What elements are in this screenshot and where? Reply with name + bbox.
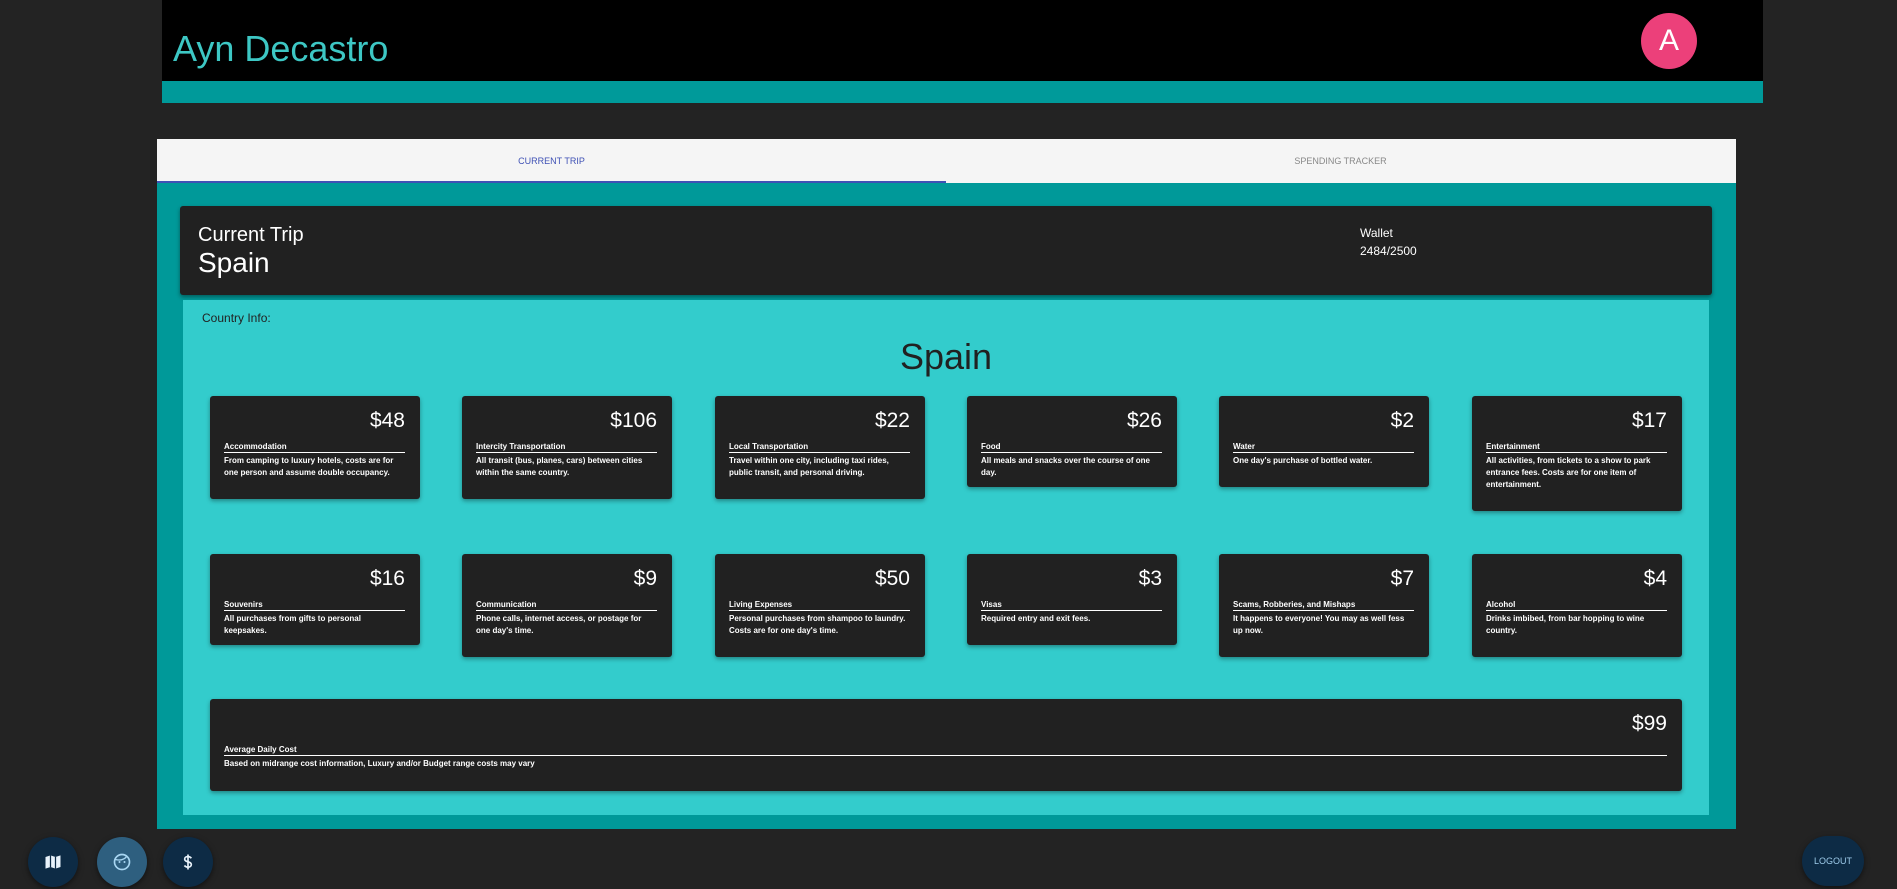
cost-price: $106: [610, 409, 657, 432]
cost-price: $9: [633, 567, 657, 590]
header-bar: [162, 81, 1763, 103]
country-info: Country Info: Spain $48 Accommodation Fr…: [183, 300, 1709, 815]
cost-card: $22 Local Transportation Travel within o…: [715, 396, 925, 499]
cost-description: It happens to everyone! You may as well …: [1233, 614, 1405, 635]
cost-card: $2 Water One day's purchase of bottled w…: [1219, 396, 1429, 487]
cost-price: $16: [369, 567, 405, 590]
wallet-label: Wallet: [1360, 226, 1393, 240]
cost-title: Communication: [476, 600, 657, 611]
spending-button[interactable]: [163, 837, 213, 887]
cost-description: Drinks imbibed, from bar hopping to wine…: [1486, 614, 1645, 635]
cost-price: $22: [874, 409, 910, 432]
logout-button[interactable]: LOGOUT: [1802, 836, 1864, 886]
cost-title: Water: [1233, 442, 1414, 453]
cost-description: From camping to luxury hotels, costs are…: [224, 456, 394, 477]
country-info-label: Country Info:: [202, 311, 271, 325]
cost-card: $50 Living Expenses Personal purchases f…: [715, 554, 925, 657]
cost-price: $48: [369, 409, 405, 432]
cost-description: One day's purchase of bottled water.: [1233, 456, 1373, 465]
cost-price: $50: [874, 567, 910, 590]
app-header: Ayn Decastro A: [162, 0, 1763, 81]
cost-card: $26 Food All meals and snacks over the c…: [967, 396, 1177, 487]
cost-price: $17: [1631, 409, 1667, 432]
user-name: Ayn Decastro: [173, 28, 389, 69]
map-icon: [45, 855, 61, 869]
trip-label: Current Trip: [198, 224, 304, 246]
cost-price: $7: [1390, 567, 1414, 590]
cost-title: Entertainment: [1486, 442, 1667, 453]
cost-description: Required entry and exit fees.: [981, 614, 1091, 623]
average-cost-price: $99: [1631, 712, 1667, 735]
cost-card: $48 Accommodation From camping to luxury…: [210, 396, 420, 499]
cost-title: Local Transportation: [729, 442, 910, 453]
cost-description: Phone calls, internet access, or postage…: [476, 614, 642, 635]
dollar-icon: [183, 854, 193, 870]
cost-title: Accommodation: [224, 442, 405, 453]
cost-card: $9 Communication Phone calls, internet a…: [462, 554, 672, 657]
cost-card: $3 Visas Required entry and exit fees.: [967, 554, 1177, 645]
cost-title: Alcohol: [1486, 600, 1667, 611]
cost-description: All purchases from gifts to personal kee…: [224, 614, 361, 635]
cost-title: Scams, Robberies, and Mishaps: [1233, 600, 1414, 611]
cost-card: $4 Alcohol Drinks imbibed, from bar hopp…: [1472, 554, 1682, 657]
tab-bar: CURRENT TRIP SPENDING TRACKER: [157, 139, 1736, 183]
cost-description: All activities, from tickets to a show t…: [1486, 456, 1651, 489]
cost-card: $17 Entertainment All activities, from t…: [1472, 396, 1682, 511]
cost-description: All transit (bus, planes, cars) between …: [476, 456, 643, 477]
trip-panel: Current Trip Spain Wallet 2484/2500 Coun…: [157, 183, 1736, 829]
cost-title: Food: [981, 442, 1162, 453]
cost-title: Intercity Transportation: [476, 442, 657, 453]
profile-button[interactable]: [97, 837, 147, 887]
average-cost-title: Average Daily Cost: [224, 745, 1667, 756]
cost-price: $2: [1390, 409, 1414, 432]
trip-header: Current Trip Spain Wallet 2484/2500: [180, 206, 1712, 295]
cost-description: Personal purchases from shampoo to laund…: [729, 614, 906, 635]
tab-current-trip[interactable]: CURRENT TRIP: [157, 139, 946, 183]
cost-description: All meals and snacks over the course of …: [981, 456, 1150, 477]
cost-price: $3: [1138, 567, 1162, 590]
cost-card: $106 Intercity Transportation All transi…: [462, 396, 672, 499]
cost-title: Living Expenses: [729, 600, 910, 611]
cost-price: $26: [1126, 409, 1162, 432]
cost-card: $16 Souvenirs All purchases from gifts t…: [210, 554, 420, 645]
average-cost-card: $99 Average Daily Cost Based on midrange…: [210, 699, 1682, 791]
cost-card: $7 Scams, Robberies, and Mishaps It happ…: [1219, 554, 1429, 657]
wallet-value: 2484/2500: [1360, 244, 1417, 258]
face-icon: [113, 853, 131, 871]
average-cost-description: Based on midrange cost information, Luxu…: [224, 759, 535, 768]
cost-title: Souvenirs: [224, 600, 405, 611]
cost-title: Visas: [981, 600, 1162, 611]
tab-spending-tracker[interactable]: SPENDING TRACKER: [946, 139, 1735, 183]
country-info-title: Spain: [899, 336, 993, 377]
avatar[interactable]: A: [1641, 13, 1697, 69]
cost-price: $4: [1643, 567, 1667, 590]
trip-country: Spain: [198, 247, 270, 278]
map-button[interactable]: [28, 837, 78, 887]
cost-description: Travel within one city, including taxi r…: [729, 456, 889, 477]
